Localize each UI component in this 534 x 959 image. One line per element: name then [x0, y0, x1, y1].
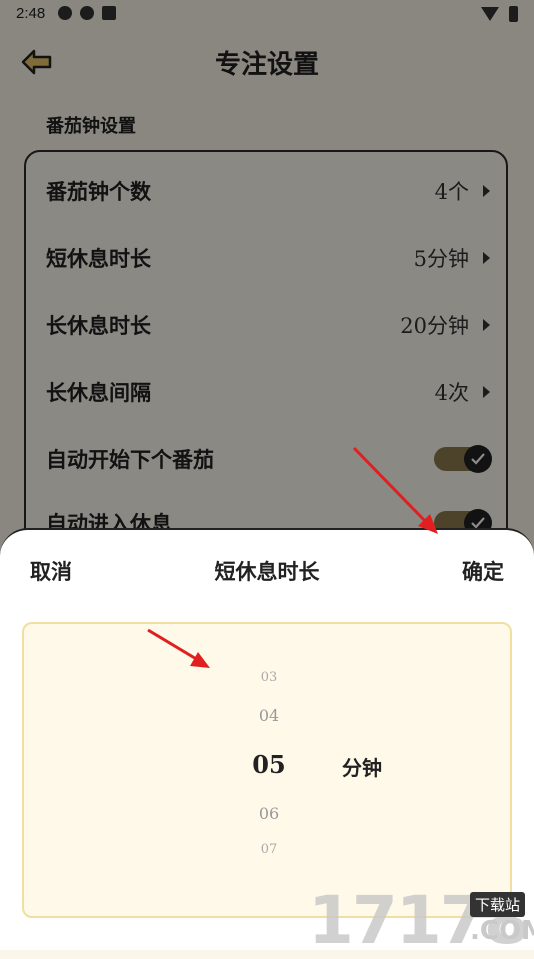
cancel-button[interactable]: 取消 — [30, 556, 72, 586]
duration-picker[interactable]: 03 04 05 06 07 分钟 — [22, 622, 512, 918]
picker-selected-option[interactable]: 05 — [244, 750, 294, 779]
confirm-button[interactable]: 确定 — [462, 556, 504, 586]
picker-unit-label: 分钟 — [342, 756, 382, 780]
picker-option[interactable]: 07 — [244, 842, 294, 857]
watermark-suffix: .COM — [470, 916, 534, 946]
sheet-title: 短休息时长 — [214, 559, 320, 584]
picker-option[interactable]: 06 — [244, 804, 294, 823]
picker-option[interactable]: 03 — [244, 670, 294, 685]
watermark-badge: 下载站 — [470, 892, 526, 917]
picker-option[interactable]: 04 — [244, 706, 294, 725]
